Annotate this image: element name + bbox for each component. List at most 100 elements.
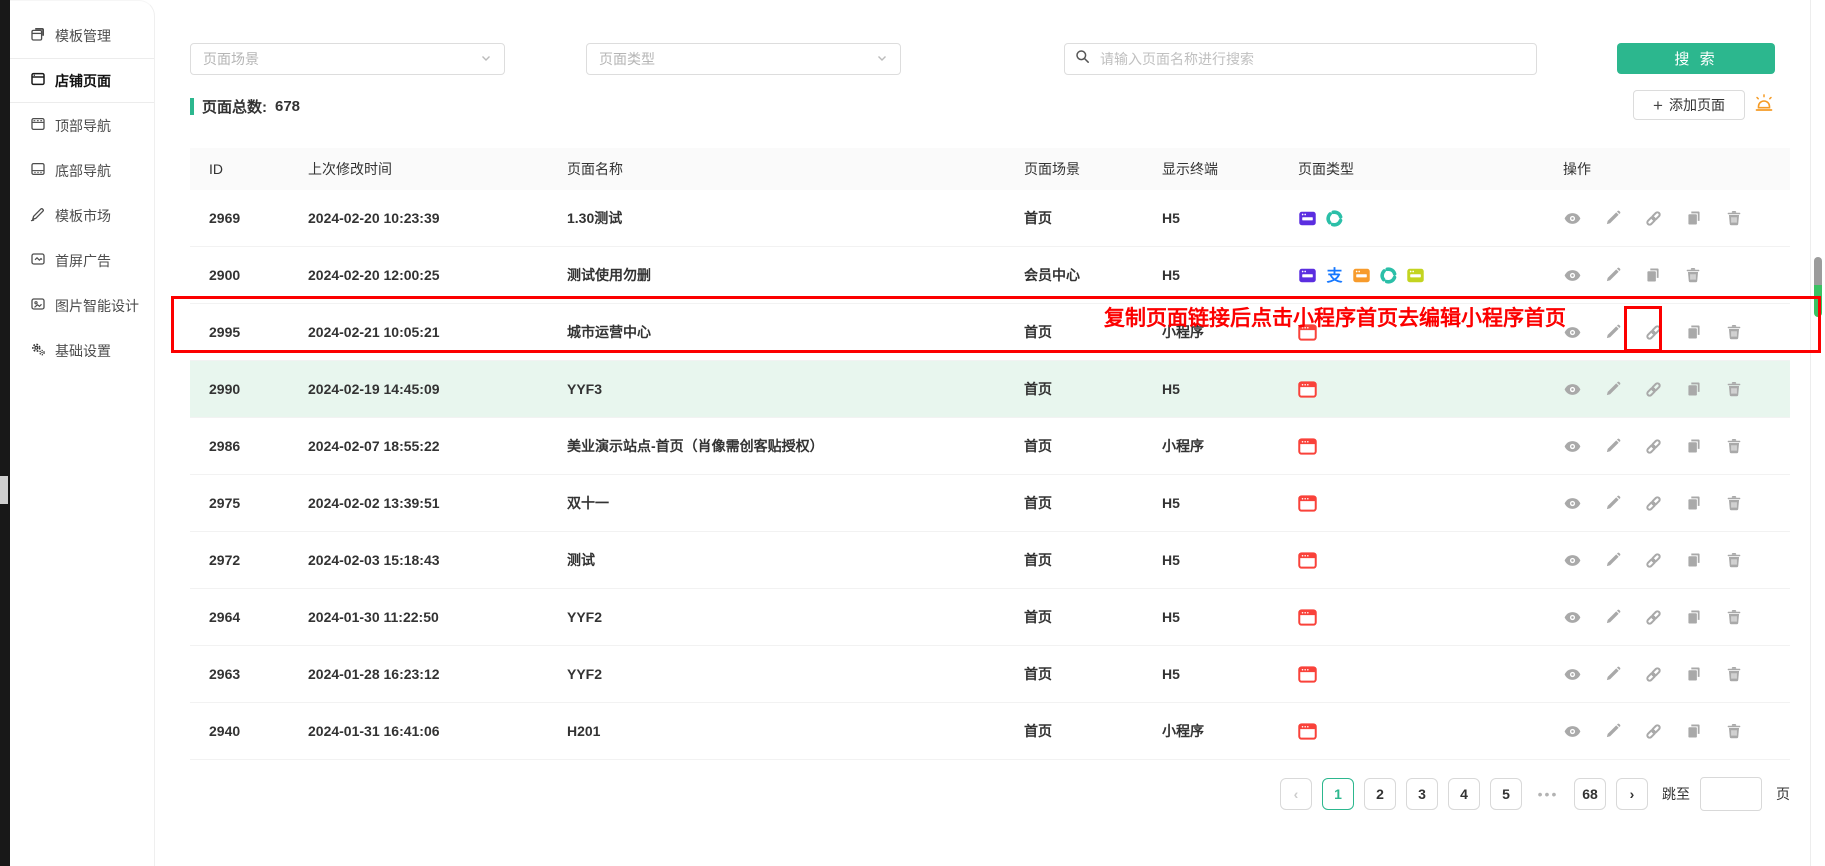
edit-icon-button[interactable] — [1604, 380, 1622, 398]
total-count-value: 678 — [275, 98, 300, 115]
link-icon-button[interactable] — [1644, 608, 1663, 627]
view-icon-button[interactable] — [1563, 551, 1582, 570]
copy-icon-button[interactable] — [1685, 665, 1703, 683]
sidebar-item-label: 首屏广告 — [55, 251, 111, 271]
delete-icon-button[interactable] — [1725, 323, 1743, 341]
cell-actions — [1539, 551, 1790, 570]
link-icon-button[interactable] — [1644, 494, 1663, 513]
edit-icon-button[interactable] — [1604, 437, 1622, 455]
chevron-down-icon — [876, 51, 888, 67]
column-header-4: 显示终端 — [1162, 159, 1298, 179]
table-row: 29632024-01-28 16:23:12YYF2首页H5 — [190, 646, 1790, 703]
sidebar: 模板管理店铺页面顶部导航底部导航模板市场首屏广告图片智能设计基础设置 — [10, 0, 155, 866]
sidebar-item-image-smart-design[interactable]: 图片智能设计 — [10, 283, 154, 328]
edge-strip-mark — [0, 476, 8, 504]
link-icon-button[interactable] — [1644, 722, 1663, 741]
sidebar-item-shop-pages[interactable]: 店铺页面 — [10, 58, 154, 103]
page-button-4[interactable]: 4 — [1448, 778, 1480, 810]
sidebar-item-template-market[interactable]: 模板市场 — [10, 193, 154, 238]
cell-page-type — [1298, 380, 1539, 399]
view-icon-button[interactable] — [1563, 437, 1582, 456]
view-icon-button[interactable] — [1563, 266, 1582, 285]
link-icon-button[interactable] — [1644, 323, 1663, 342]
copy-icon-button[interactable] — [1685, 551, 1703, 569]
scrollbar-thumb[interactable] — [1814, 257, 1822, 317]
view-icon-button[interactable] — [1563, 722, 1582, 741]
plus-icon: + — [1653, 97, 1663, 114]
shop-page-icon — [30, 71, 46, 90]
delete-icon-button[interactable] — [1725, 380, 1743, 398]
sidebar-item-top-nav[interactable]: 顶部导航 — [10, 103, 154, 148]
view-icon-button[interactable] — [1563, 323, 1582, 342]
page-button-1[interactable]: 1 — [1322, 778, 1354, 810]
view-icon-button[interactable] — [1563, 665, 1582, 684]
edit-icon-button[interactable] — [1604, 494, 1622, 512]
column-header-0: ID — [209, 161, 308, 177]
copy-icon-button[interactable] — [1685, 437, 1703, 455]
prev-page-button[interactable]: ‹ — [1280, 778, 1312, 810]
view-icon-button[interactable] — [1563, 608, 1582, 627]
cell-id: 2963 — [209, 666, 308, 682]
delete-icon-button[interactable] — [1725, 494, 1743, 512]
delete-icon-button[interactable] — [1725, 608, 1743, 626]
edit-icon-button[interactable] — [1604, 323, 1622, 341]
sidebar-item-template-management[interactable]: 模板管理 — [10, 13, 154, 58]
delete-icon-button[interactable] — [1725, 665, 1743, 683]
delete-icon-button[interactable] — [1725, 437, 1743, 455]
delete-icon-button[interactable] — [1725, 209, 1743, 227]
copy-icon-button[interactable] — [1685, 494, 1703, 512]
column-header-3: 页面场景 — [1024, 159, 1162, 179]
page-button-68[interactable]: 68 — [1574, 778, 1606, 810]
link-icon-button[interactable] — [1644, 209, 1663, 228]
edit-icon-button[interactable] — [1604, 608, 1622, 626]
cell-page-type — [1298, 551, 1539, 570]
page-button-3[interactable]: 3 — [1406, 778, 1438, 810]
copy-icon-button[interactable] — [1685, 722, 1703, 740]
link-icon-button[interactable] — [1644, 665, 1663, 684]
sidebar-item-splash-ad[interactable]: 首屏广告 — [10, 238, 154, 283]
sidebar-item-basic-settings[interactable]: 基础设置 — [10, 328, 154, 373]
cell-modified-time: 2024-02-19 14:45:09 — [308, 381, 567, 397]
copy-icon-button[interactable] — [1685, 380, 1703, 398]
copy-icon-button[interactable] — [1685, 209, 1703, 227]
page-type-select[interactable]: 页面类型 — [586, 43, 901, 75]
view-icon-button[interactable] — [1563, 380, 1582, 399]
page-scene-select[interactable]: 页面场景 — [190, 43, 505, 75]
link-icon-button[interactable] — [1644, 551, 1663, 570]
page-button-2[interactable]: 2 — [1364, 778, 1396, 810]
cell-page-type — [1298, 494, 1539, 513]
cell-page-name: YYF2 — [567, 666, 1024, 682]
delete-icon-button[interactable] — [1725, 722, 1743, 740]
edit-icon-button[interactable] — [1604, 209, 1622, 227]
cell-id: 2900 — [209, 267, 308, 283]
edit-icon-button[interactable] — [1604, 551, 1622, 569]
brand-teal-icon — [1379, 266, 1398, 285]
cell-page-name: H201 — [567, 723, 1024, 739]
view-icon-button[interactable] — [1563, 209, 1582, 228]
edit-icon-button[interactable] — [1604, 665, 1622, 683]
delete-icon-button[interactable] — [1684, 266, 1702, 284]
alarm-icon[interactable] — [1753, 92, 1775, 119]
table-row: 29642024-01-30 11:22:50YYF2首页H5 — [190, 589, 1790, 646]
table-row: 29862024-02-07 18:55:22美业演示站点-首页（肖像需创客贴授… — [190, 418, 1790, 475]
edit-icon-button[interactable] — [1604, 266, 1622, 284]
link-icon-button[interactable] — [1644, 380, 1663, 399]
copy-icon-button[interactable] — [1644, 266, 1662, 284]
edit-icon-button[interactable] — [1604, 722, 1622, 740]
add-page-button[interactable]: + 添加页面 — [1633, 90, 1745, 120]
cell-terminal: 小程序 — [1162, 322, 1298, 342]
copy-icon-button[interactable] — [1685, 608, 1703, 626]
jump-page-input[interactable] — [1700, 777, 1762, 811]
cell-modified-time: 2024-02-20 12:00:25 — [308, 267, 567, 283]
search-input[interactable] — [1098, 50, 1526, 68]
next-page-button[interactable]: › — [1616, 778, 1648, 810]
page-red-icon — [1298, 494, 1317, 513]
copy-icon-button[interactable] — [1685, 323, 1703, 341]
sidebar-item-bottom-nav[interactable]: 底部导航 — [10, 148, 154, 193]
link-icon-button[interactable] — [1644, 437, 1663, 456]
view-icon-button[interactable] — [1563, 494, 1582, 513]
search-button[interactable]: 搜 索 — [1617, 43, 1775, 74]
cell-actions — [1539, 665, 1790, 684]
delete-icon-button[interactable] — [1725, 551, 1743, 569]
page-button-5[interactable]: 5 — [1490, 778, 1522, 810]
